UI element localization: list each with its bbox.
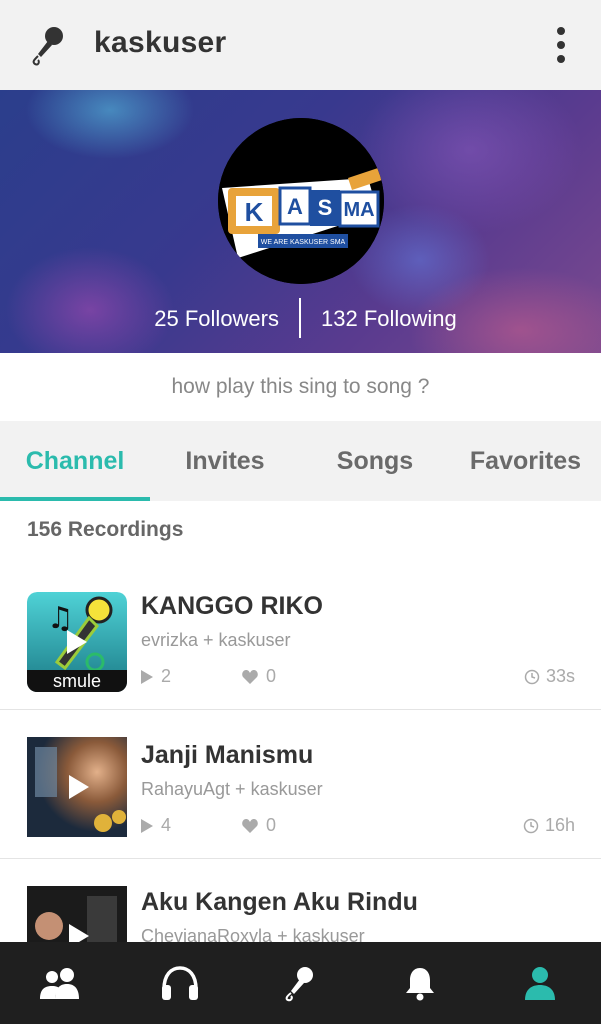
nav-listen[interactable] bbox=[120, 942, 240, 1024]
microphone-icon[interactable] bbox=[28, 24, 68, 66]
recording-meta: 2 0 33s bbox=[141, 666, 575, 690]
followers-count[interactable]: 25 Followers bbox=[154, 306, 279, 332]
recording-artists[interactable]: evrizka + kaskuser bbox=[141, 630, 291, 651]
list-item[interactable]: ♫ smule KANGGO RIKO evrizka + kaskuser 2… bbox=[0, 562, 601, 710]
bio-text: how play this sing to song ? bbox=[171, 375, 430, 398]
following-count[interactable]: 132 Following bbox=[321, 306, 457, 332]
like-count: 0 bbox=[242, 666, 276, 687]
svg-text:MA: MA bbox=[343, 199, 374, 221]
recording-artists[interactable]: RahayuAgt + kaskuser bbox=[141, 779, 323, 800]
heart-icon bbox=[242, 669, 258, 684]
recordings-count: 156 Recordings bbox=[27, 518, 184, 541]
follow-stats: 25 Followers 132 Following bbox=[0, 298, 601, 340]
nav-notifications[interactable] bbox=[360, 942, 480, 1024]
smule-thumbnail-art: ♫ smule bbox=[27, 592, 127, 692]
like-count: 0 bbox=[242, 815, 276, 836]
list-item[interactable]: Janji Manismu RahayuAgt + kaskuser 4 0 1… bbox=[0, 711, 601, 859]
clock-icon bbox=[524, 669, 540, 684]
play-count: 2 bbox=[141, 666, 171, 687]
recording-thumbnail[interactable]: ♫ smule bbox=[27, 592, 127, 692]
recording-title[interactable]: Aku Kangen Aku Rindu bbox=[141, 888, 418, 917]
profile-username: kaskuser bbox=[94, 26, 227, 59]
svg-text:K: K bbox=[245, 197, 264, 227]
more-vert-icon[interactable] bbox=[548, 24, 574, 66]
profile-banner: K A S MA WE ARE KASKUSER SMA 25 Follower… bbox=[0, 90, 601, 353]
duration: 33s bbox=[524, 666, 575, 687]
svg-text:S: S bbox=[318, 195, 333, 220]
svg-text:smule: smule bbox=[53, 671, 101, 691]
profile-icon bbox=[525, 967, 555, 1000]
headphones-icon bbox=[162, 966, 198, 1000]
profile-bio: how play this sing to song ? bbox=[0, 353, 601, 421]
bell-icon bbox=[406, 968, 434, 1001]
svg-text:♫: ♫ bbox=[47, 601, 74, 636]
tab-songs[interactable]: Songs bbox=[300, 421, 450, 501]
active-tab-indicator bbox=[0, 497, 150, 501]
heart-icon bbox=[242, 818, 258, 833]
svg-text:WE ARE KASKUSER SMA: WE ARE KASKUSER SMA bbox=[261, 239, 346, 246]
duration: 16h bbox=[523, 815, 575, 836]
bottom-navigation bbox=[0, 942, 601, 1024]
play-icon bbox=[141, 669, 153, 684]
nav-people[interactable] bbox=[0, 942, 120, 1024]
play-icon bbox=[141, 818, 153, 833]
recording-title[interactable]: Janji Manismu bbox=[141, 741, 313, 770]
clock-icon bbox=[523, 818, 539, 833]
stats-divider bbox=[299, 298, 301, 338]
avatar[interactable]: K A S MA WE ARE KASKUSER SMA bbox=[218, 118, 384, 284]
nav-profile[interactable] bbox=[480, 942, 600, 1024]
microphone-icon bbox=[285, 967, 313, 1002]
tab-invites[interactable]: Invites bbox=[150, 421, 300, 501]
tab-channel[interactable]: Channel bbox=[0, 421, 150, 501]
svg-text:A: A bbox=[287, 194, 303, 219]
top-app-bar: kaskuser bbox=[0, 0, 601, 90]
profile-tabs: Channel Invites Songs Favorites bbox=[0, 421, 601, 501]
recording-meta: 4 0 16h bbox=[141, 815, 575, 839]
kasma-logo: K A S MA WE ARE KASKUSER SMA bbox=[218, 118, 384, 284]
album-cover-art bbox=[27, 737, 127, 837]
nav-sing[interactable] bbox=[240, 942, 360, 1024]
recording-thumbnail[interactable] bbox=[27, 737, 127, 837]
play-count: 4 bbox=[141, 815, 171, 836]
tab-favorites[interactable]: Favorites bbox=[450, 421, 601, 501]
people-icon bbox=[40, 968, 79, 999]
recording-title[interactable]: KANGGO RIKO bbox=[141, 592, 323, 621]
